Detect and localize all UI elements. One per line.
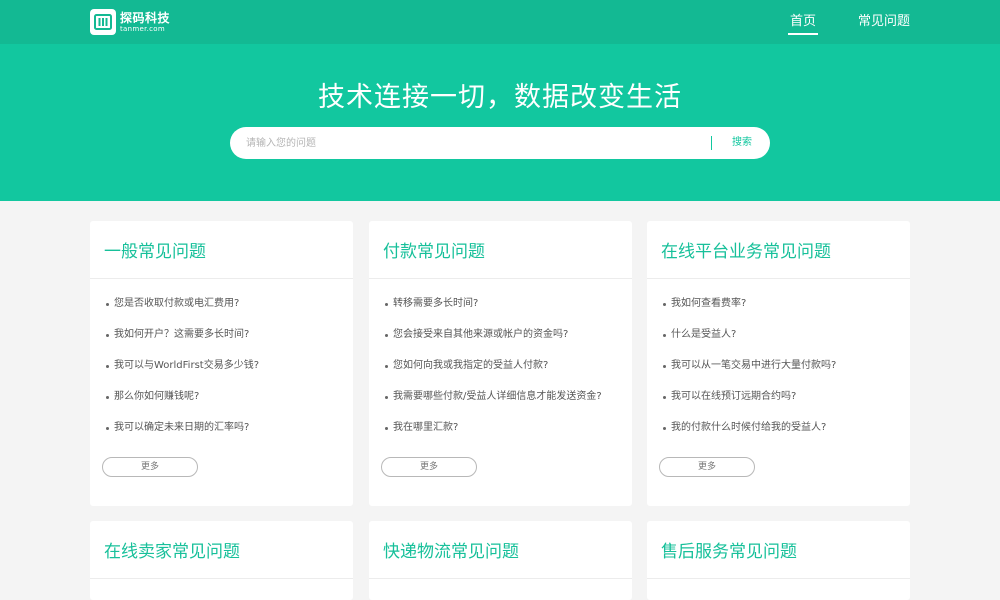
logo-icon — [90, 9, 116, 35]
nav-faq[interactable]: 常见问题 — [858, 0, 910, 44]
logo-domain: tanmer.com — [120, 24, 166, 33]
question-link[interactable]: 我可以在线预订远期合约吗? — [662, 387, 910, 418]
question-link[interactable]: 您会接受来自其他来源或帐户的资金吗? — [384, 325, 632, 356]
card-title: 在线平台业务常见问题 — [661, 242, 831, 262]
card-title: 快递物流常见问题 — [383, 542, 519, 562]
question-link[interactable]: 我可以与WorldFirst交易多少钱? — [105, 356, 353, 387]
card-header: 快递物流常见问题 — [369, 521, 632, 579]
faq-card-logistics: 快递物流常见问题 — [369, 521, 632, 600]
question-link[interactable]: 您是否收取付款或电汇费用? — [105, 294, 353, 325]
question-link[interactable]: 我在哪里汇款? — [384, 418, 632, 449]
question-list: 转移需要多长时间? 您会接受来自其他来源或帐户的资金吗? 您如何向我或我指定的受… — [369, 279, 632, 449]
card-header: 在线平台业务常见问题 — [647, 221, 910, 279]
card-title: 售后服务常见问题 — [661, 542, 797, 562]
faq-card-general: 一般常见问题 您是否收取付款或电汇费用? 我如何开户？这需要多长时间? 我可以与… — [90, 221, 353, 506]
card-header: 付款常见问题 — [369, 221, 632, 279]
main-nav: 首页 常见问题 — [748, 0, 910, 44]
question-list: 我如何查看费率? 什么是受益人? 我可以从一笔交易中进行大量付款吗? 我可以在线… — [647, 279, 910, 449]
question-link[interactable]: 什么是受益人? — [662, 325, 910, 356]
card-header: 在线卖家常见问题 — [90, 521, 353, 579]
question-link[interactable]: 我可以从一笔交易中进行大量付款吗? — [662, 356, 910, 387]
faq-card-online-platform: 在线平台业务常见问题 我如何查看费率? 什么是受益人? 我可以从一笔交易中进行大… — [647, 221, 910, 506]
search-bar: 搜索 — [230, 127, 770, 159]
faq-card-payment: 付款常见问题 转移需要多长时间? 您会接受来自其他来源或帐户的资金吗? 您如何向… — [369, 221, 632, 506]
faq-card-online-seller: 在线卖家常见问题 — [90, 521, 353, 600]
question-link[interactable]: 转移需要多长时间? — [384, 294, 632, 325]
search-input[interactable] — [246, 127, 686, 159]
card-header: 一般常见问题 — [90, 221, 353, 279]
card-title: 在线卖家常见问题 — [104, 542, 240, 562]
logo-name: 探码科技 — [120, 10, 171, 25]
faq-card-after-sales: 售后服务常见问题 — [647, 521, 910, 600]
question-link[interactable]: 我的付款什么时候付给我的受益人? — [662, 418, 910, 449]
card-header: 售后服务常见问题 — [647, 521, 910, 579]
card-title: 付款常见问题 — [383, 242, 485, 262]
question-link[interactable]: 我需要哪些付款/受益人详细信息才能发送资金? — [384, 387, 632, 418]
question-link[interactable]: 您如何向我或我指定的受益人付款? — [384, 356, 632, 387]
more-button[interactable]: 更多 — [381, 457, 477, 477]
more-button[interactable]: 更多 — [659, 457, 755, 477]
brand-logo[interactable]: 探码科技 tanmer.com — [90, 9, 170, 35]
hero-title: 技术连接一切，数据改变生活 — [318, 82, 682, 113]
question-link[interactable]: 我如何开户？这需要多长时间? — [105, 325, 353, 356]
question-link[interactable]: 我可以确定未来日期的汇率吗? — [105, 418, 353, 449]
question-list: 您是否收取付款或电汇费用? 我如何开户？这需要多长时间? 我可以与WorldFi… — [90, 279, 353, 449]
top-navigation-bar: 探码科技 tanmer.com 首页 常见问题 — [0, 0, 1000, 44]
nav-home[interactable]: 首页 — [787, 0, 819, 44]
search-divider — [711, 136, 712, 150]
more-button[interactable]: 更多 — [102, 457, 198, 477]
card-title: 一般常见问题 — [104, 242, 206, 262]
hero-banner: 技术连接一切，数据改变生活 搜索 — [0, 44, 1000, 201]
search-button[interactable]: 搜索 — [724, 127, 760, 159]
question-link[interactable]: 我如何查看费率? — [662, 294, 910, 325]
question-link[interactable]: 那么你如何赚钱呢? — [105, 387, 353, 418]
